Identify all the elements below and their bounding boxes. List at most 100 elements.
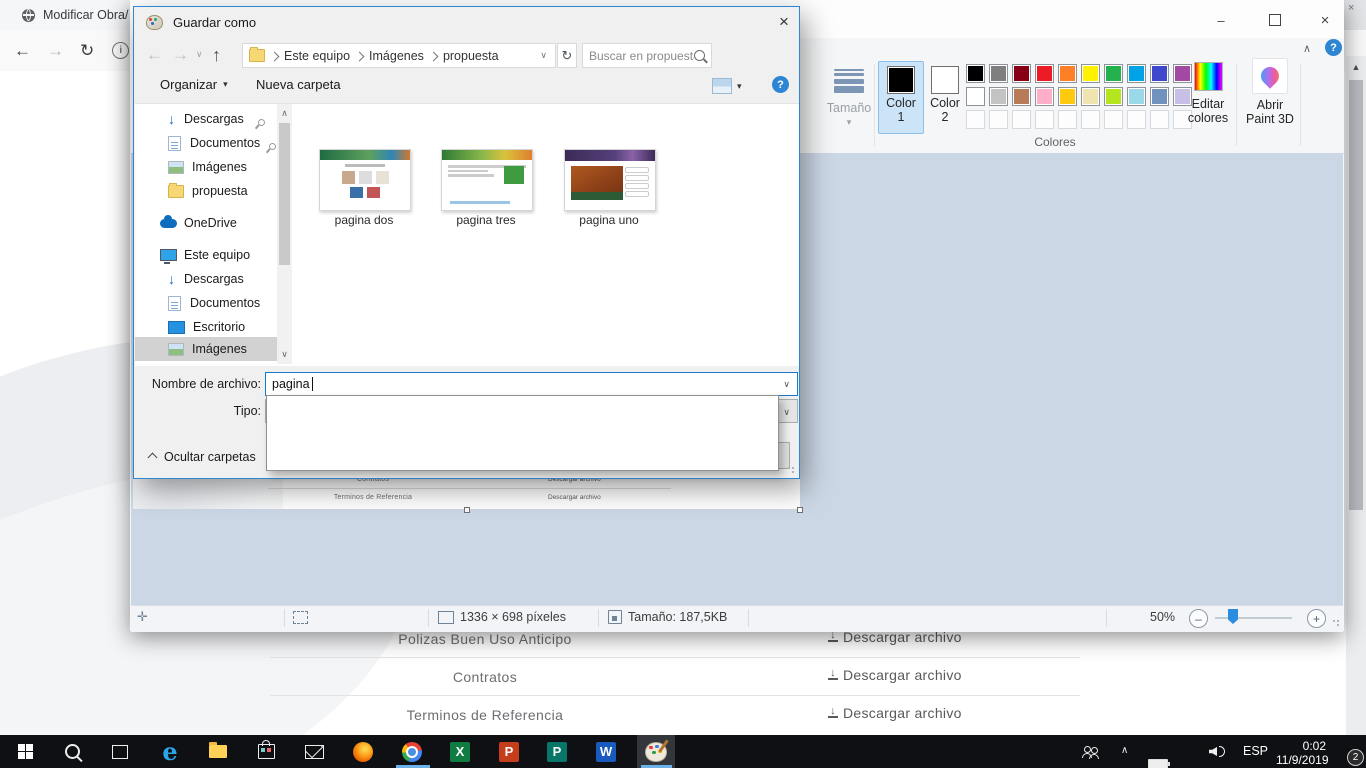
nav-up-icon[interactable]: ↑ [212,46,221,64]
taskbar-firefox-button[interactable] [343,735,383,768]
site-info-icon[interactable]: i [112,42,129,59]
sidebar-item-imagenes[interactable]: Imágenes [168,155,247,179]
sidebar-scroll-up-icon[interactable]: ∧ [277,106,292,120]
browser-scrollbar-thumb[interactable] [1349,80,1363,510]
taskbar-publisher-button[interactable]: P [537,735,577,768]
taskbar-paint-button[interactable] [636,735,676,768]
palette-swatch[interactable] [1081,64,1100,83]
edit-colors-button[interactable]: Editar colores [1186,62,1230,125]
resize-grip[interactable] [1332,619,1341,628]
palette-swatch[interactable] [1058,64,1077,83]
canvas-resize-handle-corner[interactable] [797,507,803,513]
palette-empty-slot[interactable] [989,110,1008,129]
start-button[interactable] [5,735,45,768]
dialog-help-icon[interactable]: ? [772,76,789,93]
address-bar[interactable]: Este equipo Imágenes propuesta ∨ [242,43,556,68]
taskbar-excel-button[interactable]: X [440,735,480,768]
taskbar-edge-button[interactable]: e [150,735,190,768]
search-box[interactable]: Buscar en propuesta [582,43,712,68]
filename-dropdown-icon[interactable]: ∨ [783,379,790,390]
refresh-button[interactable]: ↻ [557,43,577,68]
browser-back-icon[interactable]: ← [14,42,31,59]
palette-swatch[interactable] [966,87,985,106]
sidebar-item-onedrive[interactable]: OneDrive [160,211,237,235]
dialog-resize-grip[interactable] [787,466,796,475]
palette-swatch[interactable] [1081,87,1100,106]
palette-swatch[interactable] [1127,64,1146,83]
download-link[interactable]: ↓ Descargar archivo [828,667,962,683]
zoom-out-button[interactable]: – [1189,609,1208,628]
sidebar-item-pc-imagenes-selected[interactable]: Imágenes [168,337,247,361]
taskbar-search-button[interactable] [52,735,92,768]
hide-folders-button[interactable]: Ocultar carpetas [149,450,256,464]
palette-swatch[interactable] [1012,87,1031,106]
breadcrumb-item[interactable]: propuesta [443,49,499,63]
file-thumbnail-pagina-dos[interactable] [319,149,411,211]
sidebar-item-este-equipo[interactable]: Este equipo [160,243,250,267]
sidebar-item-descargas[interactable]: ↓Descargas [168,107,244,131]
palette-swatch[interactable] [1035,87,1054,106]
sidebar-scroll-down-icon[interactable]: ∨ [277,347,292,361]
sidebar-item-escritorio[interactable]: Escritorio [168,315,245,339]
tray-expand-icon[interactable]: ∧ [1121,745,1128,756]
palette-swatch[interactable] [1104,87,1123,106]
palette-empty-slot[interactable] [1150,110,1169,129]
zoom-in-button[interactable]: + [1307,609,1326,628]
palette-swatch[interactable] [1035,64,1054,83]
scroll-up-icon[interactable]: ▲ [1346,58,1366,76]
zoom-slider-track[interactable] [1215,617,1292,619]
sidebar-item-propuesta[interactable]: propuesta [168,179,248,203]
palette-swatch[interactable] [1012,64,1031,83]
palette-empty-slot[interactable] [1035,110,1054,129]
browser-refresh-icon[interactable]: ↻ [80,42,94,59]
organize-menu[interactable]: Organizar ▾ [160,77,228,92]
filename-autocomplete-dropdown[interactable] [266,395,779,471]
taskbar-powerpoint-button[interactable]: P [489,735,529,768]
filename-input[interactable]: pagina ∨ [265,372,798,396]
task-view-button[interactable] [100,735,140,768]
palette-empty-slot[interactable] [1012,110,1031,129]
volume-icon[interactable] [1209,746,1225,757]
palette-swatch[interactable] [1058,87,1077,106]
battery-icon[interactable] [1148,759,1168,768]
palette-swatch[interactable] [1150,64,1169,83]
file-name[interactable]: pagina tres [431,213,541,227]
sidebar-item-pc-documentos[interactable]: Documentos [168,291,260,315]
palette-empty-slot[interactable] [1127,110,1146,129]
nav-history-icon[interactable]: ∨ [196,49,203,60]
taskbar-store-button[interactable] [246,735,286,768]
views-button[interactable]: ▾ [712,78,742,94]
taskbar-explorer-button[interactable] [198,735,238,768]
color2-button[interactable]: Color 2 [924,61,966,134]
taskbar-word-button[interactable]: W [586,735,626,768]
new-folder-button[interactable]: Nueva carpeta [256,77,341,92]
palette-empty-slot[interactable] [1081,110,1100,129]
language-indicator[interactable]: ESP [1243,744,1268,758]
palette-swatch[interactable] [989,64,1008,83]
sidebar-item-pc-descargas[interactable]: ↓Descargas [168,267,244,291]
palette-swatch[interactable] [966,64,985,83]
palette-empty-slot[interactable] [1104,110,1123,129]
nav-forward-icon[interactable]: → [172,46,189,63]
paint-close-button[interactable]: × [1310,9,1340,31]
breadcrumb-item[interactable]: Este equipo [284,49,350,63]
color1-button[interactable]: Color 1 [878,61,924,134]
file-name[interactable]: pagina dos [309,213,419,227]
sidebar-item-documentos[interactable]: Documentos [168,131,260,155]
download-link[interactable]: ↓ Descargar archivo [828,705,962,721]
palette-empty-slot[interactable] [966,110,985,129]
canvas-resize-handle-bottom[interactable] [464,507,470,513]
tray-clock[interactable]: 0:02 11/9/2019 [1276,739,1326,767]
paint-help-icon[interactable]: ? [1325,39,1342,56]
dialog-close-button[interactable]: × [772,11,796,33]
address-dropdown-icon[interactable]: ∨ [540,50,547,61]
taskbar-mail-button[interactable] [294,735,334,768]
people-icon[interactable] [1082,746,1098,758]
file-name[interactable]: pagina uno [554,213,664,227]
sidebar-scrollbar-thumb[interactable] [279,123,290,265]
breadcrumb-item[interactable]: Imágenes [369,49,424,63]
minimize-button[interactable]: – [1206,9,1236,31]
file-thumbnail-pagina-uno[interactable] [564,149,656,211]
browser-close-icon[interactable]: × [1348,2,1354,14]
maximize-button[interactable] [1260,9,1290,31]
